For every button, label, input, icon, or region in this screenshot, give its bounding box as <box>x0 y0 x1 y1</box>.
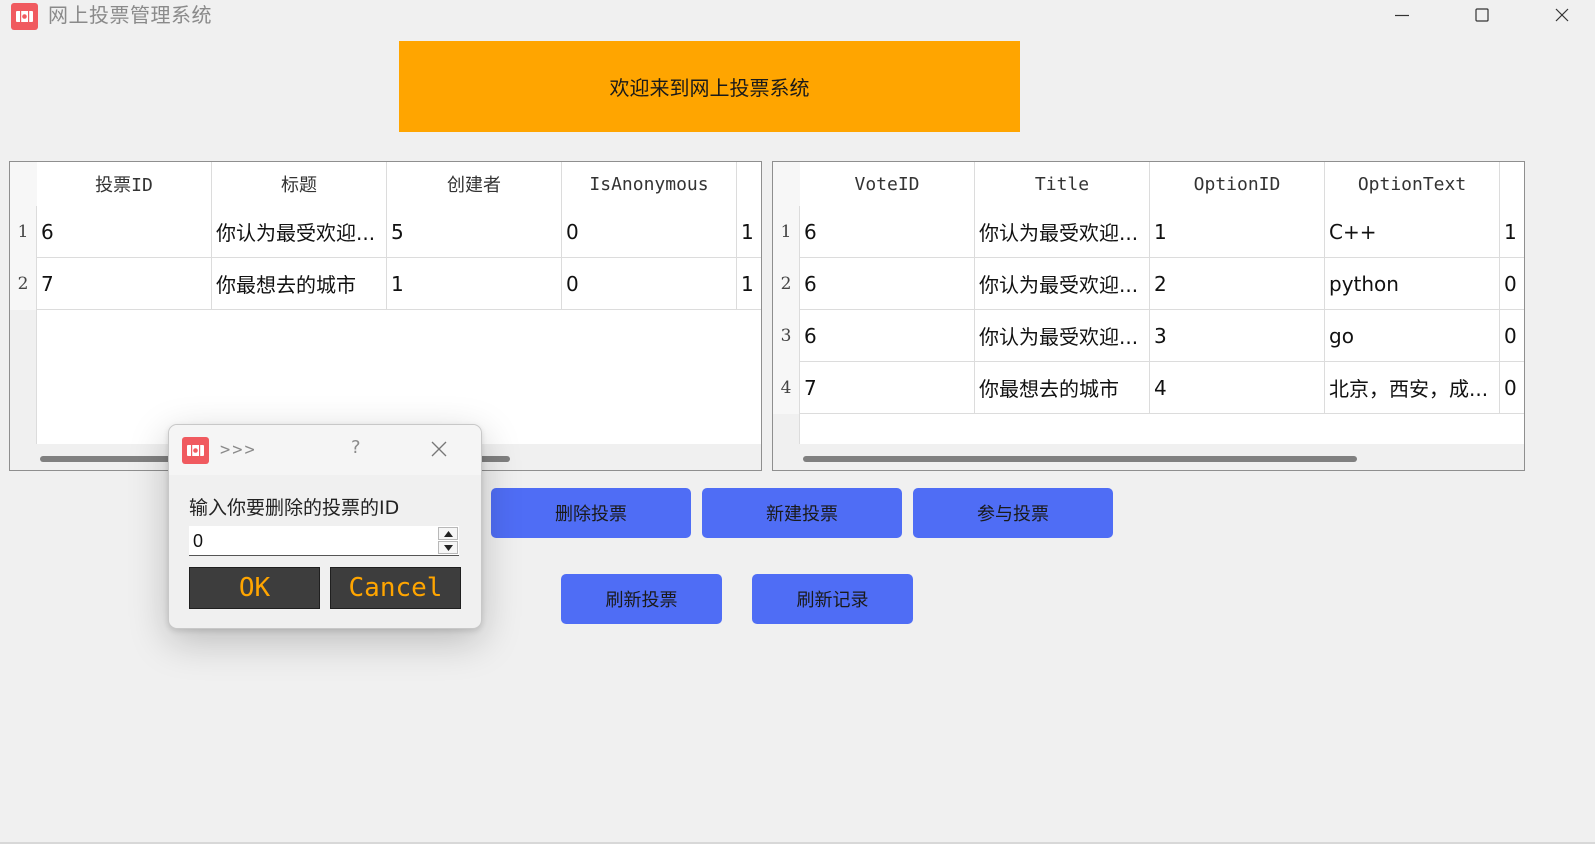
column-header[interactable] <box>737 162 761 206</box>
maximize-button[interactable] <box>1457 0 1507 30</box>
spin-down-button[interactable] <box>438 541 458 554</box>
vote-id-spinbox[interactable] <box>189 526 459 557</box>
table-cell[interactable]: 6 <box>800 206 975 258</box>
window-title: 网上投票管理系统 <box>48 3 212 27</box>
table-cell[interactable]: 0 <box>1500 362 1524 414</box>
delete-vote-dialog: >>> ? 输入你要删除的投票的ID OK Cancel <box>168 424 482 629</box>
column-header[interactable]: 标题 <box>212 162 387 206</box>
table-cell[interactable]: 北京，西安，成... <box>1325 362 1500 414</box>
table-cell[interactable]: C++ <box>1325 206 1500 258</box>
table-cell[interactable]: 6 <box>800 258 975 310</box>
row-number[interactable]: 3 <box>773 310 800 362</box>
table-cell[interactable]: 1 <box>1150 206 1325 258</box>
column-header[interactable]: 投票ID <box>37 162 212 206</box>
app-ticket-icon <box>182 437 209 464</box>
row-header-empty <box>10 310 37 444</box>
cancel-button[interactable]: Cancel <box>330 567 461 609</box>
refresh-votes-button[interactable]: 刷新投票 <box>561 574 722 624</box>
table-cell[interactable]: 1 <box>1500 206 1524 258</box>
arrow-up-icon <box>444 531 453 537</box>
table-cell[interactable]: 1 <box>387 258 562 310</box>
help-button[interactable]: ? <box>351 437 361 458</box>
table-cell[interactable]: 你认为最受欢迎... <box>975 310 1150 362</box>
vote-id-input[interactable] <box>189 526 435 557</box>
table-corner <box>773 162 801 206</box>
table-cell[interactable]: 你认为最受欢迎... <box>975 258 1150 310</box>
join-vote-button[interactable]: 参与投票 <box>913 488 1113 538</box>
table-cell[interactable]: 7 <box>37 258 212 310</box>
table-cell[interactable]: 0 <box>1500 310 1524 362</box>
spin-up-button[interactable] <box>438 527 458 540</box>
column-header[interactable]: VoteID <box>800 162 975 206</box>
refresh-records-button[interactable]: 刷新记录 <box>752 574 913 624</box>
minimize-button[interactable] <box>1377 0 1427 30</box>
column-header[interactable]: OptionText <box>1325 162 1500 206</box>
table-cell[interactable]: 4 <box>1150 362 1325 414</box>
horizontal-scrollbar[interactable] <box>800 444 1524 470</box>
welcome-banner: 欢迎来到网上投票系统 <box>399 41 1020 132</box>
table-cell[interactable]: go <box>1325 310 1500 362</box>
column-header[interactable]: 创建者 <box>387 162 562 206</box>
table-cell[interactable]: 6 <box>800 310 975 362</box>
table-cell[interactable]: 你最想去的城市 <box>975 362 1150 414</box>
table-cell[interactable]: 5 <box>387 206 562 258</box>
table-cell[interactable]: 你认为最受欢迎... <box>212 206 387 258</box>
table-cell[interactable]: 2 <box>1150 258 1325 310</box>
close-button[interactable] <box>1537 0 1587 30</box>
table-cell[interactable]: 0 <box>562 258 737 310</box>
table-cell[interactable]: 你认为最受欢迎... <box>975 206 1150 258</box>
new-vote-button[interactable]: 新建投票 <box>702 488 902 538</box>
maximize-icon <box>1475 8 1489 22</box>
options-table[interactable]: VoteID Title OptionID OptionText 1 2 3 4… <box>772 161 1525 471</box>
close-icon <box>1555 8 1569 22</box>
minimize-icon <box>1395 14 1409 17</box>
table-cell[interactable]: 7 <box>800 362 975 414</box>
table-cell[interactable]: 1 <box>737 206 761 258</box>
column-header[interactable] <box>1500 162 1524 206</box>
table-cell[interactable]: 0 <box>1500 258 1524 310</box>
column-header[interactable]: Title <box>975 162 1150 206</box>
dialog-titlebar: >>> ? <box>169 425 481 475</box>
scrollbar-thumb[interactable] <box>803 456 1357 462</box>
row-number[interactable]: 1 <box>10 206 37 258</box>
dialog-prompt: 输入你要删除的投票的ID <box>189 497 400 519</box>
table-cell[interactable]: 0 <box>562 206 737 258</box>
table-cell[interactable]: python <box>1325 258 1500 310</box>
delete-vote-button[interactable]: 删除投票 <box>491 488 691 538</box>
dialog-title: >>> <box>220 440 257 460</box>
row-header-empty <box>773 414 800 444</box>
app-ticket-icon <box>11 3 38 30</box>
column-header[interactable]: IsAnonymous <box>562 162 737 206</box>
column-header[interactable]: OptionID <box>1150 162 1325 206</box>
row-number[interactable]: 2 <box>773 258 800 310</box>
row-number[interactable]: 4 <box>773 362 800 414</box>
ok-button[interactable]: OK <box>189 567 320 609</box>
table-corner <box>10 162 38 206</box>
arrow-down-icon <box>444 545 453 551</box>
table-cell[interactable]: 你最想去的城市 <box>212 258 387 310</box>
table-cell[interactable]: 1 <box>737 258 761 310</box>
table-cell[interactable]: 3 <box>1150 310 1325 362</box>
table-cell[interactable]: 6 <box>37 206 212 258</box>
window-titlebar: 网上投票管理系统 <box>0 0 1595 30</box>
close-icon[interactable] <box>431 441 447 457</box>
row-number[interactable]: 2 <box>10 258 37 310</box>
row-number[interactable]: 1 <box>773 206 800 258</box>
